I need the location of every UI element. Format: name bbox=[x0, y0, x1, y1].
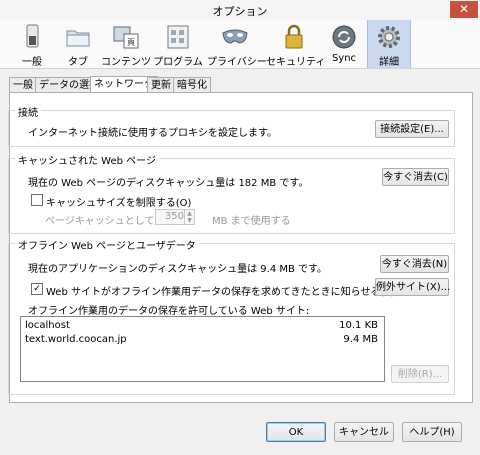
lock-icon bbox=[285, 24, 302, 49]
site-host: text.world.coocan.jp bbox=[25, 334, 127, 345]
page-cache-label: ページキャッシュとして (L) bbox=[45, 216, 172, 227]
connection-title: 接続 bbox=[15, 104, 41, 119]
toolbar-item-content[interactable]: 頁 コンテンツ bbox=[101, 20, 151, 68]
toolbar-item-sync[interactable]: Sync bbox=[324, 20, 364, 68]
remove-site-button[interactable]: 削除(R)... bbox=[391, 365, 449, 383]
limit-cache-checkbox[interactable] bbox=[31, 194, 43, 206]
site-size: 9.4 MB bbox=[343, 334, 378, 345]
close-button[interactable]: ✕ bbox=[450, 1, 478, 18]
toolbar-label: プログラム bbox=[153, 57, 203, 68]
clear-cache-button[interactable]: 今すぐ消去(C) bbox=[382, 168, 449, 186]
cancel-button[interactable]: キャンセル bbox=[334, 422, 394, 442]
toolbar-label: コンテンツ bbox=[101, 57, 151, 68]
toolbar-item-privacy[interactable]: プライバシー bbox=[207, 20, 267, 68]
cache-title: キャッシュされた Web ページ bbox=[15, 152, 159, 167]
list-item[interactable]: localhost 10.1 KB bbox=[21, 319, 382, 333]
folder-icon bbox=[66, 30, 90, 47]
toolbar-item-security[interactable]: セキュリティ bbox=[266, 20, 326, 68]
toolbar-label: プライバシー bbox=[207, 57, 267, 68]
toolbar-item-tabs[interactable]: タブ bbox=[58, 20, 98, 68]
toolbar-label: セキュリティ bbox=[266, 57, 326, 68]
tab-encryption[interactable]: 暗号化 bbox=[173, 77, 211, 93]
site-host: localhost bbox=[25, 320, 70, 331]
svg-text:頁: 頁 bbox=[127, 38, 135, 47]
tab-general[interactable]: 一般 bbox=[9, 77, 37, 93]
offline-sites-list[interactable]: localhost 10.1 KB text.world.coocan.jp 9… bbox=[20, 316, 385, 382]
offline-title: オフライン Web ページとユーザデータ bbox=[15, 237, 199, 252]
toolbar-item-advanced[interactable]: 詳細 bbox=[367, 20, 411, 68]
ok-button[interactable]: OK bbox=[266, 422, 326, 442]
applications-icon bbox=[167, 25, 189, 49]
window-title: オプション bbox=[212, 5, 268, 18]
sync-icon bbox=[332, 25, 356, 49]
connection-description: インターネット接続に使用するプロキシを設定します。 bbox=[28, 128, 277, 139]
mask-icon bbox=[221, 29, 248, 44]
exceptions-button[interactable]: 例外サイト(X)... bbox=[375, 278, 450, 296]
site-size: 10.1 KB bbox=[339, 320, 378, 331]
offline-status: 現在のアプリケーションのディスクキャッシュ量は 9.4 MB です。 bbox=[28, 264, 328, 275]
toolbar-label: 一般 bbox=[22, 57, 42, 68]
limit-cache-label: キャッシュサイズを制限する(O) bbox=[46, 198, 192, 209]
toolbar-label: 詳細 bbox=[379, 57, 399, 68]
clear-offline-button[interactable]: 今すぐ消去(N) bbox=[380, 255, 449, 273]
tab-update[interactable]: 更新 bbox=[147, 77, 175, 93]
connection-settings-button[interactable]: 接続設定(E)... bbox=[375, 120, 449, 138]
content-icon: 頁 bbox=[113, 26, 139, 49]
toolbar-item-applications[interactable]: プログラム bbox=[153, 20, 203, 68]
toolbar-label: Sync bbox=[331, 53, 357, 64]
page-cache-suffix: MB まで使用する bbox=[212, 216, 291, 227]
switch-icon bbox=[26, 24, 39, 48]
gear-icon bbox=[378, 26, 400, 48]
offline-list-label: オフライン作業用のデータの保存を許可している Web サイト: bbox=[28, 306, 310, 317]
page-cache-value: 350 bbox=[164, 211, 184, 222]
cache-status: 現在の Web ページのディスクキャッシュ量は 182 MB です。 bbox=[28, 178, 309, 189]
notify-offline-checkbox[interactable]: ✓ bbox=[31, 283, 43, 295]
page-cache-spinner[interactable]: 350 ▲ ▼ bbox=[155, 209, 195, 225]
help-button[interactable]: ヘルプ(H) bbox=[402, 422, 462, 442]
toolbar-label: タブ bbox=[68, 57, 88, 68]
list-item[interactable]: text.world.coocan.jp 9.4 MB bbox=[21, 333, 382, 347]
toolbar-item-general[interactable]: 一般 bbox=[12, 20, 52, 68]
title-bar: オプション ✕ bbox=[0, 0, 480, 21]
notify-offline-label: Web サイトがオフライン作業用データの保存を求めてきたときに知らせる(T) bbox=[46, 287, 395, 298]
spinner-arrows-icon[interactable]: ▲ ▼ bbox=[184, 210, 194, 224]
options-toolbar: 一般 タブ 頁 コンテンツ プログラム プライバシー セキュリティ Sync 詳… bbox=[0, 20, 480, 69]
